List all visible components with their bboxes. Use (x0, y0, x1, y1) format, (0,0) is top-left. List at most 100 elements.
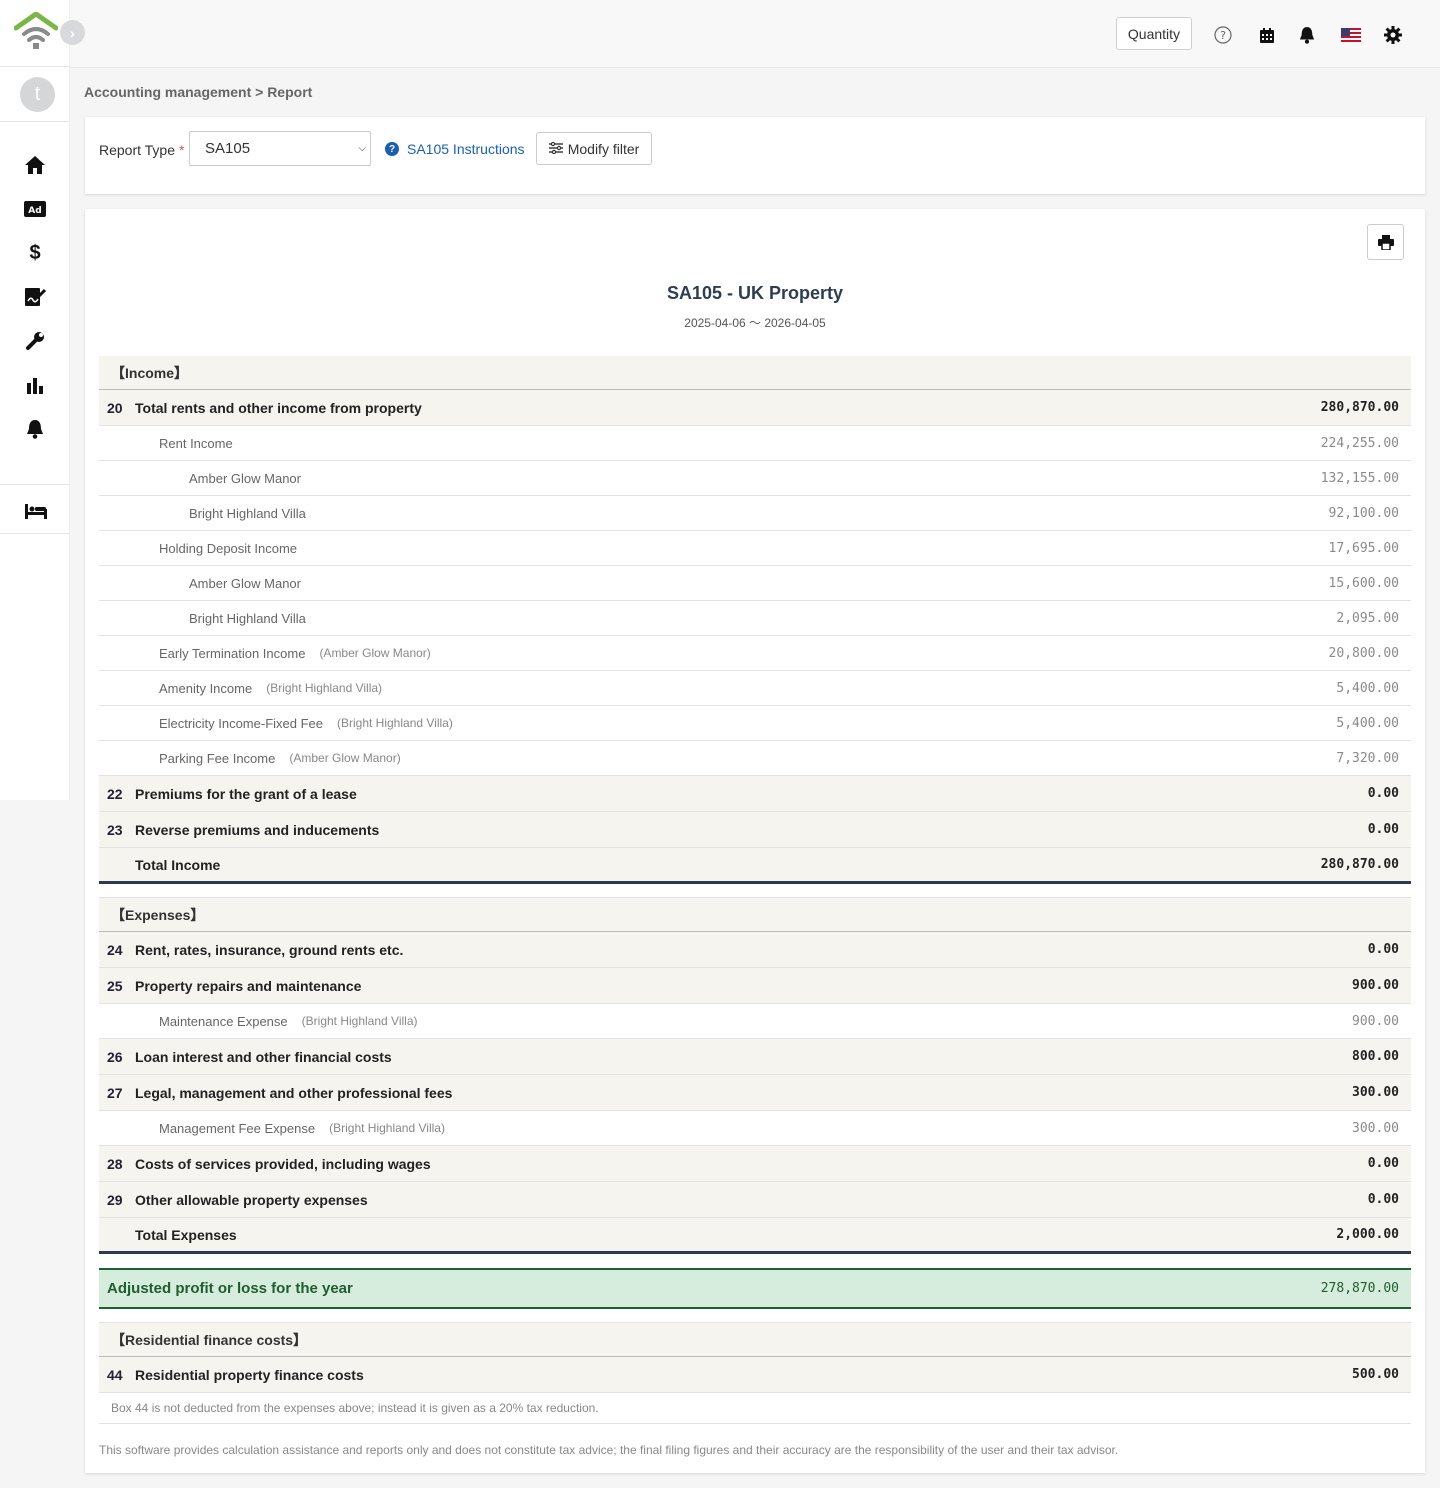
box-amount: 0.00 (1367, 1156, 1399, 1171)
table-row: 29 Other allowable property expenses 0.0… (99, 1182, 1411, 1218)
table-row: 20 Total rents and other income from pro… (99, 390, 1411, 426)
box-number: 44 (107, 1366, 123, 1383)
filter-card: Report Type * SA105 ⌵ ? SA105 Instruction… (85, 117, 1425, 194)
property-name: (Bright Highland Villa) (337, 716, 453, 730)
item-amount: 7,320.00 (1336, 750, 1399, 766)
report-type-select[interactable]: SA105 ⌵ (189, 131, 371, 166)
sidebar: t Ad $ (0, 0, 70, 800)
bell-icon[interactable] (23, 418, 47, 440)
avatar[interactable]: t (20, 77, 55, 112)
total-label: Total Income (135, 856, 221, 873)
table-row: 44 Residential property finance costs 50… (99, 1357, 1411, 1393)
box-amount: 280,870.00 (1320, 400, 1399, 415)
box-amount: 0.00 (1367, 822, 1399, 837)
box-label: Property repairs and maintenance (135, 977, 362, 994)
table-row: 25 Property repairs and maintenance 900.… (99, 968, 1411, 1004)
total-income-row: Total Income 280,870.00 (99, 848, 1411, 884)
finance-costs-section-header: 【Residential finance costs】 (99, 1323, 1411, 1357)
dollar-icon[interactable]: $ (23, 242, 47, 264)
table-row: Amenity Income (Bright Highland Villa) 5… (99, 671, 1411, 706)
table-row: Bright Highland Villa 2,095.00 (99, 601, 1411, 636)
box-number: 26 (107, 1048, 123, 1065)
item-amount: 5,400.00 (1336, 715, 1399, 731)
box-amount: 0.00 (1367, 942, 1399, 957)
bed-icon[interactable] (24, 500, 48, 522)
help-circle-icon[interactable]: ? (1212, 24, 1234, 46)
ad-icon[interactable]: Ad (23, 198, 47, 220)
box-label: Other allowable property expenses (135, 1191, 368, 1208)
box-amount: 300.00 (1352, 1085, 1399, 1100)
total-label: Total Expenses (135, 1226, 237, 1243)
table-row: Rent Income 224,255.00 (99, 426, 1411, 461)
collapse-sidebar-button[interactable]: › (60, 20, 85, 45)
item-amount: 20,800.00 (1328, 645, 1399, 661)
table-row: 26 Loan interest and other financial cos… (99, 1039, 1411, 1075)
print-button[interactable] (1367, 224, 1404, 260)
report-card: SA105 - UK Property 2025-04-06 〜 2026-04… (85, 209, 1425, 1473)
bar-chart-icon[interactable] (23, 374, 47, 396)
logo-icon[interactable] (13, 11, 59, 52)
chevron-right-icon: › (70, 24, 75, 41)
box-label: Residential property finance costs (135, 1366, 364, 1383)
box-label: Reverse premiums and inducements (135, 821, 380, 838)
item-amount: 900.00 (1352, 1013, 1399, 1029)
box-label: Costs of services provided, including wa… (135, 1155, 431, 1172)
report-type-label: Report Type * (99, 142, 184, 158)
item-amount: 17,695.00 (1328, 540, 1399, 556)
instructions-link[interactable]: ? SA105 Instructions (385, 141, 525, 157)
modify-filter-button[interactable]: Modify filter (536, 132, 652, 165)
home-icon[interactable] (23, 154, 47, 176)
table-row: Bright Highland Villa 92,100.00 (99, 496, 1411, 531)
box-label: Legal, management and other professional… (135, 1084, 453, 1101)
table-row: 22 Premiums for the grant of a lease 0.0… (99, 776, 1411, 812)
spacer (99, 1309, 1411, 1323)
item-amount: 132,155.00 (1320, 470, 1399, 486)
breadcrumb: Accounting management > Report (84, 84, 313, 100)
item-label: Early Termination Income (159, 645, 306, 661)
table-row: Maintenance Expense (Bright Highland Vil… (99, 1004, 1411, 1039)
box-label: Total rents and other income from proper… (135, 399, 422, 416)
instructions-link-label: SA105 Instructions (407, 141, 525, 157)
us-flag-icon[interactable] (1340, 24, 1362, 46)
report-date-range: 2025-04-06 〜 2026-04-05 (684, 316, 826, 330)
table-row: Electricity Income-Fixed Fee (Bright Hig… (99, 706, 1411, 741)
print-icon (1377, 234, 1394, 250)
table-row: Amber Glow Manor 15,600.00 (99, 566, 1411, 601)
property-name: (Amber Glow Manor) (319, 646, 431, 660)
table-row: 23 Reverse premiums and inducements 0.00 (99, 812, 1411, 848)
report-type-label-text: Report Type (99, 142, 176, 158)
box-amount: 900.00 (1352, 978, 1399, 993)
required-mark: * (179, 142, 185, 158)
calendar-icon[interactable] (1256, 24, 1278, 46)
table-row: Management Fee Expense (Bright Highland … (99, 1111, 1411, 1146)
table-row: Amber Glow Manor 132,155.00 (99, 461, 1411, 496)
box-number: 20 (107, 399, 123, 416)
quantity-button[interactable]: Quantity (1116, 17, 1192, 50)
table-row: Holding Deposit Income 17,695.00 (99, 531, 1411, 566)
item-label: Holding Deposit Income (159, 540, 298, 556)
chevron-down-icon: ⌵ (358, 143, 366, 154)
item-label: Bright Highland Villa (189, 610, 306, 626)
report-type-value: SA105 (205, 140, 251, 157)
total-amount: 2,000.00 (1336, 1227, 1399, 1242)
box-number: 25 (107, 977, 123, 994)
table-row: 24 Rent, rates, insurance, ground rents … (99, 932, 1411, 968)
sliders-icon (548, 141, 563, 157)
report-table: 【Income】 20 Total rents and other income… (99, 356, 1411, 1424)
modify-filter-label: Modify filter (567, 140, 640, 157)
topbar: Quantity ? (70, 0, 1440, 68)
total-amount: 280,870.00 (1320, 857, 1399, 872)
property-name: (Bright Highland Villa) (329, 1121, 445, 1135)
notification-bell-icon[interactable] (1296, 24, 1318, 46)
item-label: Rent Income (159, 435, 233, 451)
gear-icon[interactable] (1382, 24, 1404, 46)
table-row: Early Termination Income (Amber Glow Man… (99, 636, 1411, 671)
signature-icon[interactable] (23, 286, 47, 308)
box-label: Premiums for the grant of a lease (135, 785, 357, 802)
table-row: Parking Fee Income (Amber Glow Manor) 7,… (99, 741, 1411, 776)
report-title: SA105 - UK Property (666, 283, 844, 303)
box-number: 28 (107, 1155, 123, 1172)
box-amount: 0.00 (1367, 1192, 1399, 1207)
wrench-icon[interactable] (23, 330, 47, 352)
